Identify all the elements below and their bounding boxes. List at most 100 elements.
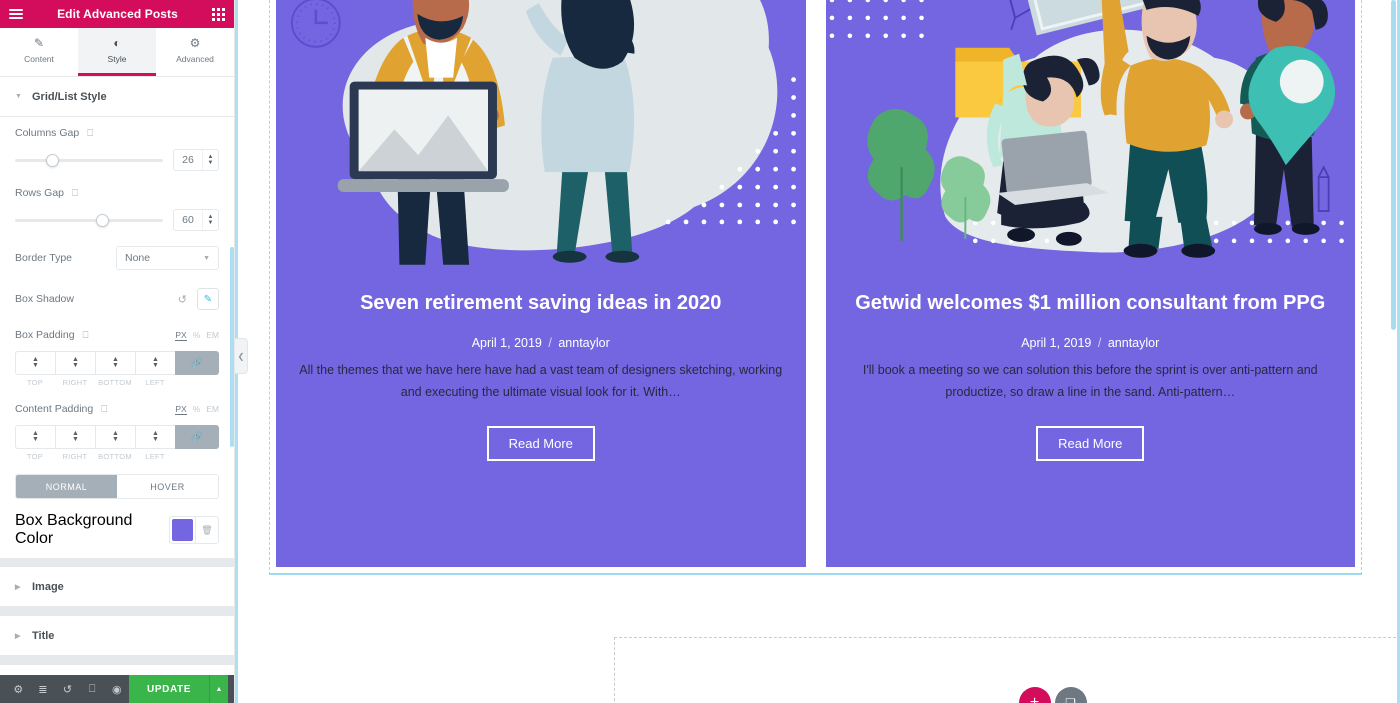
pencil-edit-icon[interactable]: ✎ — [197, 288, 219, 310]
stepper-icon[interactable]: ▲ ▼ — [72, 356, 79, 369]
settings-icon[interactable]: ⚙ — [6, 683, 31, 696]
navigator-icon[interactable]: ≣ — [31, 683, 56, 696]
box-padding-top[interactable]: ▲ ▼ — [15, 351, 55, 375]
post-author[interactable]: anntaylor — [1108, 336, 1159, 350]
link-icon[interactable]: 🔗 — [175, 351, 219, 375]
rows-gap-input[interactable] — [174, 214, 202, 226]
tab-style[interactable]: ◐ Style — [78, 28, 156, 76]
tab-content[interactable]: ✎ Content — [0, 28, 78, 76]
apps-grid-icon[interactable] — [212, 7, 225, 21]
control-box-background-color: Box Background Color 🗑 — [0, 499, 234, 558]
canvas-scrollbar[interactable] — [1391, 0, 1396, 330]
desktop-icon[interactable]: ⎕ — [101, 404, 107, 415]
columns-gap-stepper[interactable]: ▲ ▼ — [202, 150, 218, 170]
content-padding-top[interactable]: ▲ ▼ — [15, 425, 55, 449]
rows-gap-stepper[interactable]: ▲ ▼ — [202, 210, 218, 230]
tab-advanced[interactable]: ⚙ Advanced — [156, 28, 234, 76]
box-background-color-label: Box Background Color — [15, 512, 133, 547]
panel-scrollbar[interactable] — [230, 247, 234, 447]
color-control: 🗑 — [168, 516, 219, 544]
color-swatch[interactable] — [171, 519, 193, 541]
responsive-mode-icon[interactable]: ⎕ — [80, 683, 105, 696]
read-more-button[interactable]: Read More — [486, 425, 595, 461]
rows-gap-slider-row: ▲▼ — [15, 209, 219, 231]
stepper-icon[interactable]: ▲ ▼ — [72, 430, 79, 443]
desktop-icon[interactable]: ⎕ — [87, 128, 93, 139]
content-padding-label-row: Content Padding ⎕ PX % EM — [15, 403, 219, 415]
section-header-title[interactable]: ▶ Title — [0, 616, 234, 656]
box-padding-right[interactable]: ▲ ▼ — [55, 351, 95, 375]
columns-gap-numberbox[interactable]: ▲▼ — [173, 149, 219, 171]
desktop-icon[interactable]: ⎕ — [83, 330, 89, 341]
stepper-icon[interactable]: ▲ ▼ — [112, 356, 119, 369]
link-icon[interactable]: 🔗 — [175, 425, 219, 449]
unit-px[interactable]: PX — [175, 404, 187, 415]
stepper-icon[interactable]: ▲ ▼ — [112, 430, 119, 443]
content-padding-inputs: ▲ ▼ ▲ ▼ ▲ ▼ ▲ ▼ 🔗 — [0, 425, 234, 449]
border-type-select[interactable]: None ▼ — [116, 246, 219, 270]
tab-content-label: Content — [24, 54, 54, 64]
panel-collapse-handle[interactable]: ❮ — [235, 338, 248, 374]
content-padding-bottom[interactable]: ▲ ▼ — [95, 425, 135, 449]
trash-icon[interactable]: 🗑 — [194, 517, 218, 543]
desktop-icon[interactable]: ⎕ — [72, 188, 78, 199]
unit-percent[interactable]: % — [193, 330, 201, 341]
box-padding-bottom[interactable]: ▲ ▼ — [95, 351, 135, 375]
post-author[interactable]: anntaylor — [558, 336, 609, 350]
post-card[interactable]: Getwid welcomes $1 million consultant fr… — [825, 0, 1355, 567]
rows-gap-slider[interactable] — [15, 212, 163, 228]
tab-advanced-label: Advanced — [176, 54, 214, 64]
read-more-button[interactable]: Read More — [1036, 425, 1145, 461]
post-title[interactable]: Seven retirement saving ideas in 2020 — [296, 291, 786, 316]
update-options-caret-icon[interactable]: ▲ — [209, 675, 229, 703]
panel-footer: ⚙ ≣ ↺ ⎕ ◉ UPDATE ▲ — [0, 675, 234, 703]
box-padding-side-labels: TOP RIGHT BOTTOM LEFT — [0, 375, 234, 387]
section-header-image[interactable]: ▶ Image — [0, 567, 234, 607]
box-padding-units: PX % EM — [175, 330, 219, 341]
reset-icon[interactable]: ↺ — [178, 293, 187, 306]
add-new-section-area[interactable]: + ❑ — [614, 637, 1400, 703]
post-card[interactable]: Seven retirement saving ideas in 2020 Ap… — [276, 0, 806, 567]
panel-header: Edit Advanced Posts — [0, 0, 234, 28]
rows-gap-numberbox[interactable]: ▲▼ — [173, 209, 219, 231]
three-people-teamwork-illustration — [825, 0, 1355, 275]
unit-em[interactable]: EM — [206, 404, 219, 415]
tab-normal[interactable]: NORMAL — [16, 475, 117, 498]
columns-gap-slider[interactable] — [15, 152, 163, 168]
label-right: RIGHT — [62, 378, 88, 387]
control-rows-gap: Rows Gap ⎕ ▲▼ — [0, 177, 234, 237]
history-icon[interactable]: ↺ — [55, 683, 80, 696]
tab-hover[interactable]: HOVER — [117, 475, 218, 498]
chevron-right-icon: ▶ — [15, 583, 21, 591]
preview-icon[interactable]: ◉ — [104, 683, 129, 696]
slider-track — [15, 158, 163, 162]
folder-icon[interactable]: ❑ — [1054, 687, 1087, 703]
stepper-icon[interactable]: ▲ ▼ — [152, 356, 159, 369]
post-thumbnail[interactable] — [276, 0, 806, 275]
slider-knob[interactable] — [46, 153, 59, 167]
border-type-label: Border Type — [15, 252, 73, 264]
unit-px[interactable]: PX — [175, 330, 187, 341]
columns-gap-input[interactable] — [174, 154, 202, 166]
panel-body[interactable]: ▼ Grid/List Style Columns Gap ⎕ ▲▼ — [0, 77, 234, 675]
box-padding-left[interactable]: ▲ ▼ — [135, 351, 175, 375]
section-header-grid-list-style[interactable]: ▼ Grid/List Style — [0, 77, 234, 117]
label-top: TOP — [26, 452, 44, 461]
update-button[interactable]: UPDATE — [129, 675, 210, 703]
unit-em[interactable]: EM — [206, 330, 219, 341]
unit-percent[interactable]: % — [193, 404, 201, 415]
plus-icon[interactable]: + — [1018, 687, 1051, 703]
hamburger-icon[interactable] — [9, 9, 23, 19]
post-thumbnail[interactable] — [825, 0, 1355, 275]
content-padding-right[interactable]: ▲ ▼ — [55, 425, 95, 449]
post-title[interactable]: Getwid welcomes $1 million consultant fr… — [846, 291, 1336, 316]
stepper-icon[interactable]: ▲ ▼ — [152, 430, 159, 443]
stepper-icon[interactable]: ▲ ▼ — [32, 430, 39, 443]
posts-section[interactable]: Seven retirement saving ideas in 2020 Ap… — [269, 0, 1362, 575]
stepper-icon[interactable]: ▲ ▼ — [32, 356, 39, 369]
label-right: RIGHT — [62, 452, 88, 461]
section-header-meta-fields[interactable]: ▶ Meta Fields — [0, 665, 234, 675]
content-padding-left[interactable]: ▲ ▼ — [135, 425, 175, 449]
slider-knob[interactable] — [96, 213, 110, 227]
